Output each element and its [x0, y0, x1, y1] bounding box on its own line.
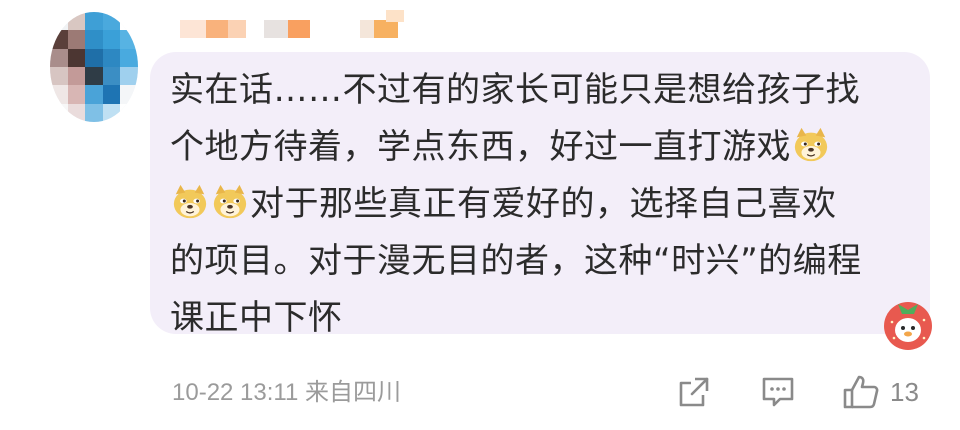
timestamp: 10-22 13:11: [172, 379, 299, 406]
like-count: 13: [890, 376, 919, 407]
username-mosaic[interactable]: [180, 10, 420, 50]
reply-button[interactable]: [758, 372, 798, 412]
doge-emoji-icon: [794, 127, 828, 162]
comment-line-5: 课正中下怀: [170, 298, 343, 338]
avatar-mosaic: [50, 12, 138, 122]
share-icon: [679, 377, 709, 407]
location: 来自四川: [305, 379, 401, 406]
action-bar: 13: [674, 372, 919, 412]
comment-meta: 10-22 13:11 来自四川: [172, 372, 401, 407]
avatar[interactable]: [50, 12, 138, 122]
comment-line-2: 个地方待着，学点东西，好过一直打游戏: [170, 127, 791, 167]
comment-line-3: 对于那些真正有爱好的，选择自己喜欢: [250, 184, 837, 224]
comment-line-1: 实在话……不过有的家长可能只是想给孩子找: [170, 70, 860, 110]
comment-text: 实在话……不过有的家长可能只是想给孩子找 个地方待着，学点东西，好过一直打游戏: [170, 62, 890, 347]
comment-line-4: 的项目。对于漫无目的者，这种“时兴”的编程: [170, 241, 862, 281]
doge-emoji-icon: [173, 184, 207, 219]
comment-icon: [762, 377, 794, 407]
like-button[interactable]: 13: [842, 374, 919, 410]
doge-emoji-icon: [213, 184, 247, 219]
share-button[interactable]: [674, 372, 714, 412]
thumbs-up-icon: [843, 375, 879, 409]
comment-card: 实在话……不过有的家长可能只是想给孩子找 个地方待着，学点东西，好过一直打游戏: [0, 0, 960, 430]
strawberry-sticker-icon: [884, 302, 932, 350]
